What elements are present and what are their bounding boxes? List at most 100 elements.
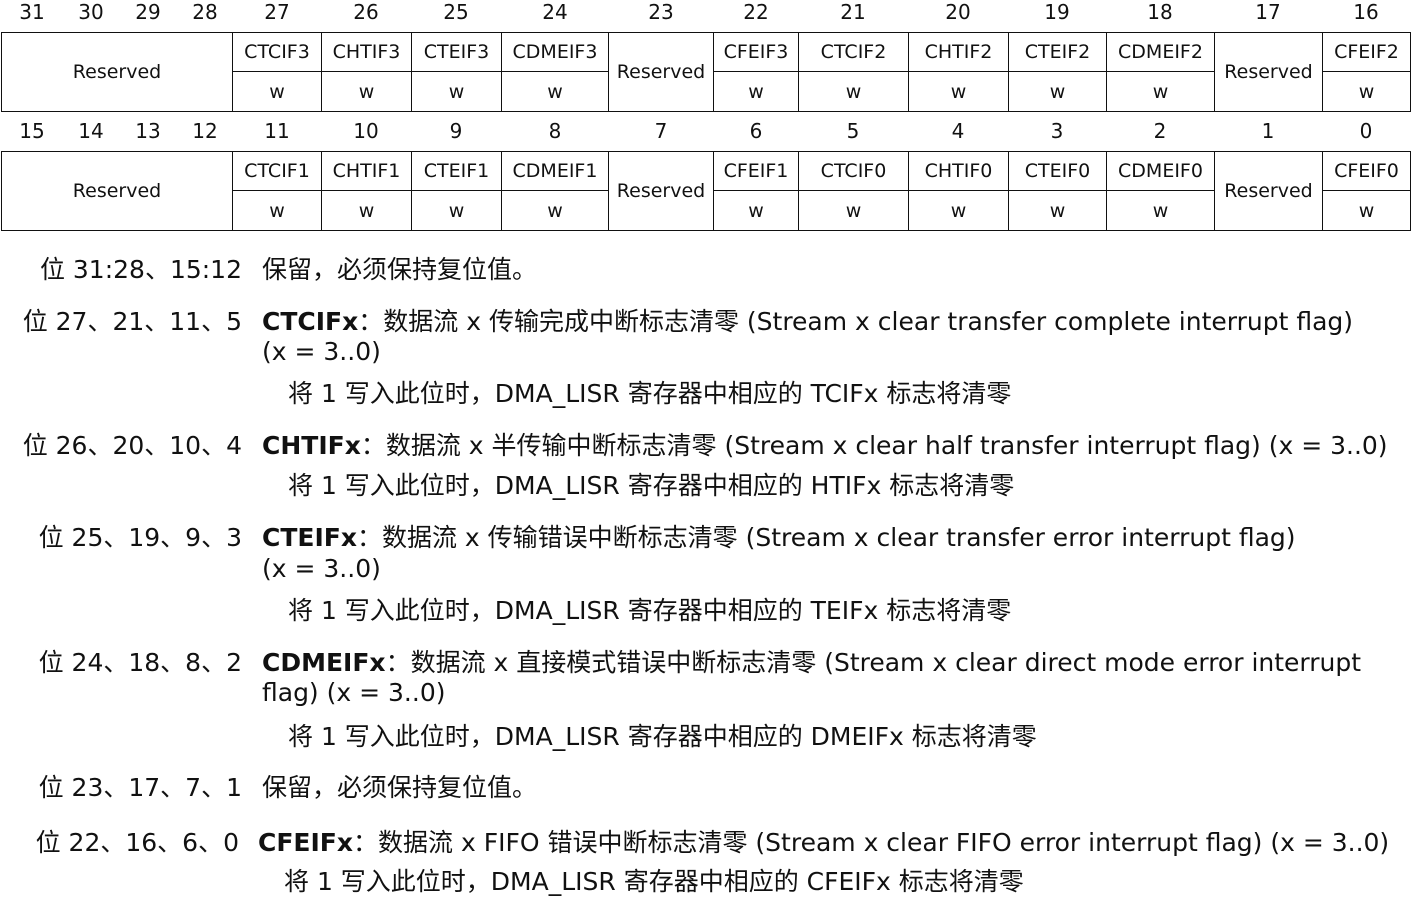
bit-number: 30 xyxy=(78,0,104,24)
access-cell: w xyxy=(501,190,609,231)
field-name: Reserved xyxy=(616,180,706,202)
description-continuation: (x = 3..0) xyxy=(262,554,381,583)
description-text: CDMEIFx：数据流 x 直接模式错误中断标志清零 (Stream x cle… xyxy=(262,648,1361,678)
field-cfeif1: CFEIF1 xyxy=(713,151,799,191)
field-cfeif3: CFEIF3 xyxy=(713,32,799,72)
description-detail: 将 1 写入此位时，DMA_LISR 寄存器中相应的 CFEIFx 标志将清零 xyxy=(284,867,1024,896)
reserved-field: Reserved xyxy=(608,32,714,112)
description-continuation: flag) (x = 3..0) xyxy=(262,678,446,707)
access-type: w xyxy=(845,80,862,103)
field-name: Reserved xyxy=(72,61,162,83)
bit-number: 0 xyxy=(1359,119,1373,143)
access-cell: w xyxy=(411,71,502,112)
access-cell: w xyxy=(321,71,412,112)
bit-number: 14 xyxy=(78,119,104,143)
access-type: w xyxy=(269,199,285,222)
field-name: CTCIF2 xyxy=(820,41,887,63)
bit-number: 24 xyxy=(542,0,568,24)
field-name: Reserved xyxy=(616,61,706,83)
access-type: w xyxy=(547,80,563,103)
description-text: CTCIFx：数据流 x 传输完成中断标志清零 (Stream x clear … xyxy=(262,307,1353,337)
field-cdmeif1: CDMEIF1 xyxy=(501,151,609,191)
bit-number: 9 xyxy=(449,119,463,143)
reserved-field: Reserved xyxy=(1214,151,1323,231)
field-name: CDMEIF3 xyxy=(512,41,598,63)
access-cell: w xyxy=(1106,71,1215,112)
field-name: CTEIF1 xyxy=(423,160,490,182)
access-cell: w xyxy=(798,190,909,231)
access-type: w xyxy=(1152,199,1169,222)
access-cell: w xyxy=(908,71,1009,112)
field-name: CTEIF3 xyxy=(423,41,490,63)
bit-number: 28 xyxy=(192,0,218,24)
access-type: w xyxy=(1358,80,1375,103)
field-cfeif2: CFEIF2 xyxy=(1322,32,1411,72)
field-name: CDMEIF1 xyxy=(512,160,598,182)
field-name: CFEIF2 xyxy=(1334,41,1399,63)
description-line: ：数据流 x 直接模式错误中断标志清零 (Stream x clear dire… xyxy=(385,648,1362,677)
access-cell: w xyxy=(713,190,799,231)
field-name: CHTIF1 xyxy=(332,160,401,182)
bit-number: 7 xyxy=(654,119,668,143)
access-type: w xyxy=(950,199,967,222)
description-text: 保留，必须保持复位值。 xyxy=(262,255,538,284)
field-name: CFEIF0 xyxy=(1334,160,1399,182)
access-type: w xyxy=(748,80,764,103)
field-cteif3: CTEIF3 xyxy=(411,32,502,72)
access-type: w xyxy=(845,199,862,222)
description-line: ：数据流 x 半传输中断标志清零 (Stream x clear half tr… xyxy=(360,431,1388,460)
bit-number: 17 xyxy=(1255,0,1281,24)
field-cteif2: CTEIF2 xyxy=(1008,32,1107,72)
access-cell: w xyxy=(1008,190,1107,231)
access-cell: w xyxy=(232,71,322,112)
access-cell: w xyxy=(232,190,322,231)
access-cell: w xyxy=(908,190,1009,231)
field-name: CTCIF1 xyxy=(244,160,310,182)
reserved-field: Reserved xyxy=(1,32,233,112)
reserved-field: Reserved xyxy=(1,151,233,231)
field-name: CTEIF0 xyxy=(1024,160,1091,182)
bit-number: 5 xyxy=(846,119,860,143)
access-cell: w xyxy=(501,71,609,112)
upper-register-row: Reserved CTCIF3 w CHTIF3 w CTEIF3 w CDME… xyxy=(0,32,1413,112)
bit-number: 21 xyxy=(840,0,866,24)
access-type: w xyxy=(358,80,375,103)
field-chtif1: CHTIF1 xyxy=(321,151,412,191)
access-type: w xyxy=(950,80,967,103)
field-name: CTEIF2 xyxy=(1024,41,1091,63)
access-type: w xyxy=(1152,80,1169,103)
description-text: CTEIFx：数据流 x 传输错误中断标志清零 (Stream x clear … xyxy=(262,523,1296,553)
bit-number: 26 xyxy=(353,0,379,24)
bit-number: 19 xyxy=(1044,0,1070,24)
access-cell: w xyxy=(411,190,502,231)
upper-bit-numbers: 31 30 29 28 27 26 25 24 23 22 21 20 19 1… xyxy=(0,0,1413,26)
field-name: CDMEIF2 xyxy=(1118,41,1203,63)
field-name: CTEIFx xyxy=(262,523,357,552)
access-type: w xyxy=(448,199,465,222)
access-type: w xyxy=(748,199,764,222)
bit-number: 18 xyxy=(1147,0,1173,24)
bit-number: 2 xyxy=(1153,119,1167,143)
reserved-field: Reserved xyxy=(1214,32,1323,112)
description-line: ：数据流 x 传输完成中断标志清零 (Stream x clear transf… xyxy=(358,307,1354,336)
lower-bit-numbers: 15 14 13 12 11 10 9 8 7 6 5 4 3 2 1 0 xyxy=(0,119,1413,145)
bit-range-label: 位 26、20、10、4 xyxy=(22,431,242,460)
field-name: CFEIFx xyxy=(258,828,354,857)
field-name: Reserved xyxy=(1224,180,1313,202)
description-detail: 将 1 写入此位时，DMA_LISR 寄存器中相应的 TEIFx 标志将清零 xyxy=(288,596,1012,625)
bit-number: 29 xyxy=(135,0,161,24)
lower-register-row: Reserved CTCIF1 w CHTIF1 w CTEIF1 w CDME… xyxy=(0,151,1413,231)
field-name: CFEIF3 xyxy=(723,41,789,63)
field-name: CHTIFx xyxy=(262,431,361,460)
field-ctcif0: CTCIF0 xyxy=(798,151,909,191)
bit-number: 13 xyxy=(135,119,161,143)
description-detail: 将 1 写入此位时，DMA_LISR 寄存器中相应的 HTIFx 标志将清零 xyxy=(288,471,1015,500)
field-ctcif3: CTCIF3 xyxy=(232,32,322,72)
bit-number: 1 xyxy=(1261,119,1275,143)
bit-range-label: 位 25、19、9、3 xyxy=(38,523,242,552)
description-text: CHTIFx：数据流 x 半传输中断标志清零 (Stream x clear h… xyxy=(262,431,1388,461)
field-name: CHTIF0 xyxy=(924,160,993,182)
description-line: ：数据流 x FIFO 错误中断标志清零 (Stream x clear FIF… xyxy=(353,828,1390,857)
description-line: ：数据流 x 传输错误中断标志清零 (Stream x clear transf… xyxy=(356,523,1296,552)
access-cell: w xyxy=(713,71,799,112)
